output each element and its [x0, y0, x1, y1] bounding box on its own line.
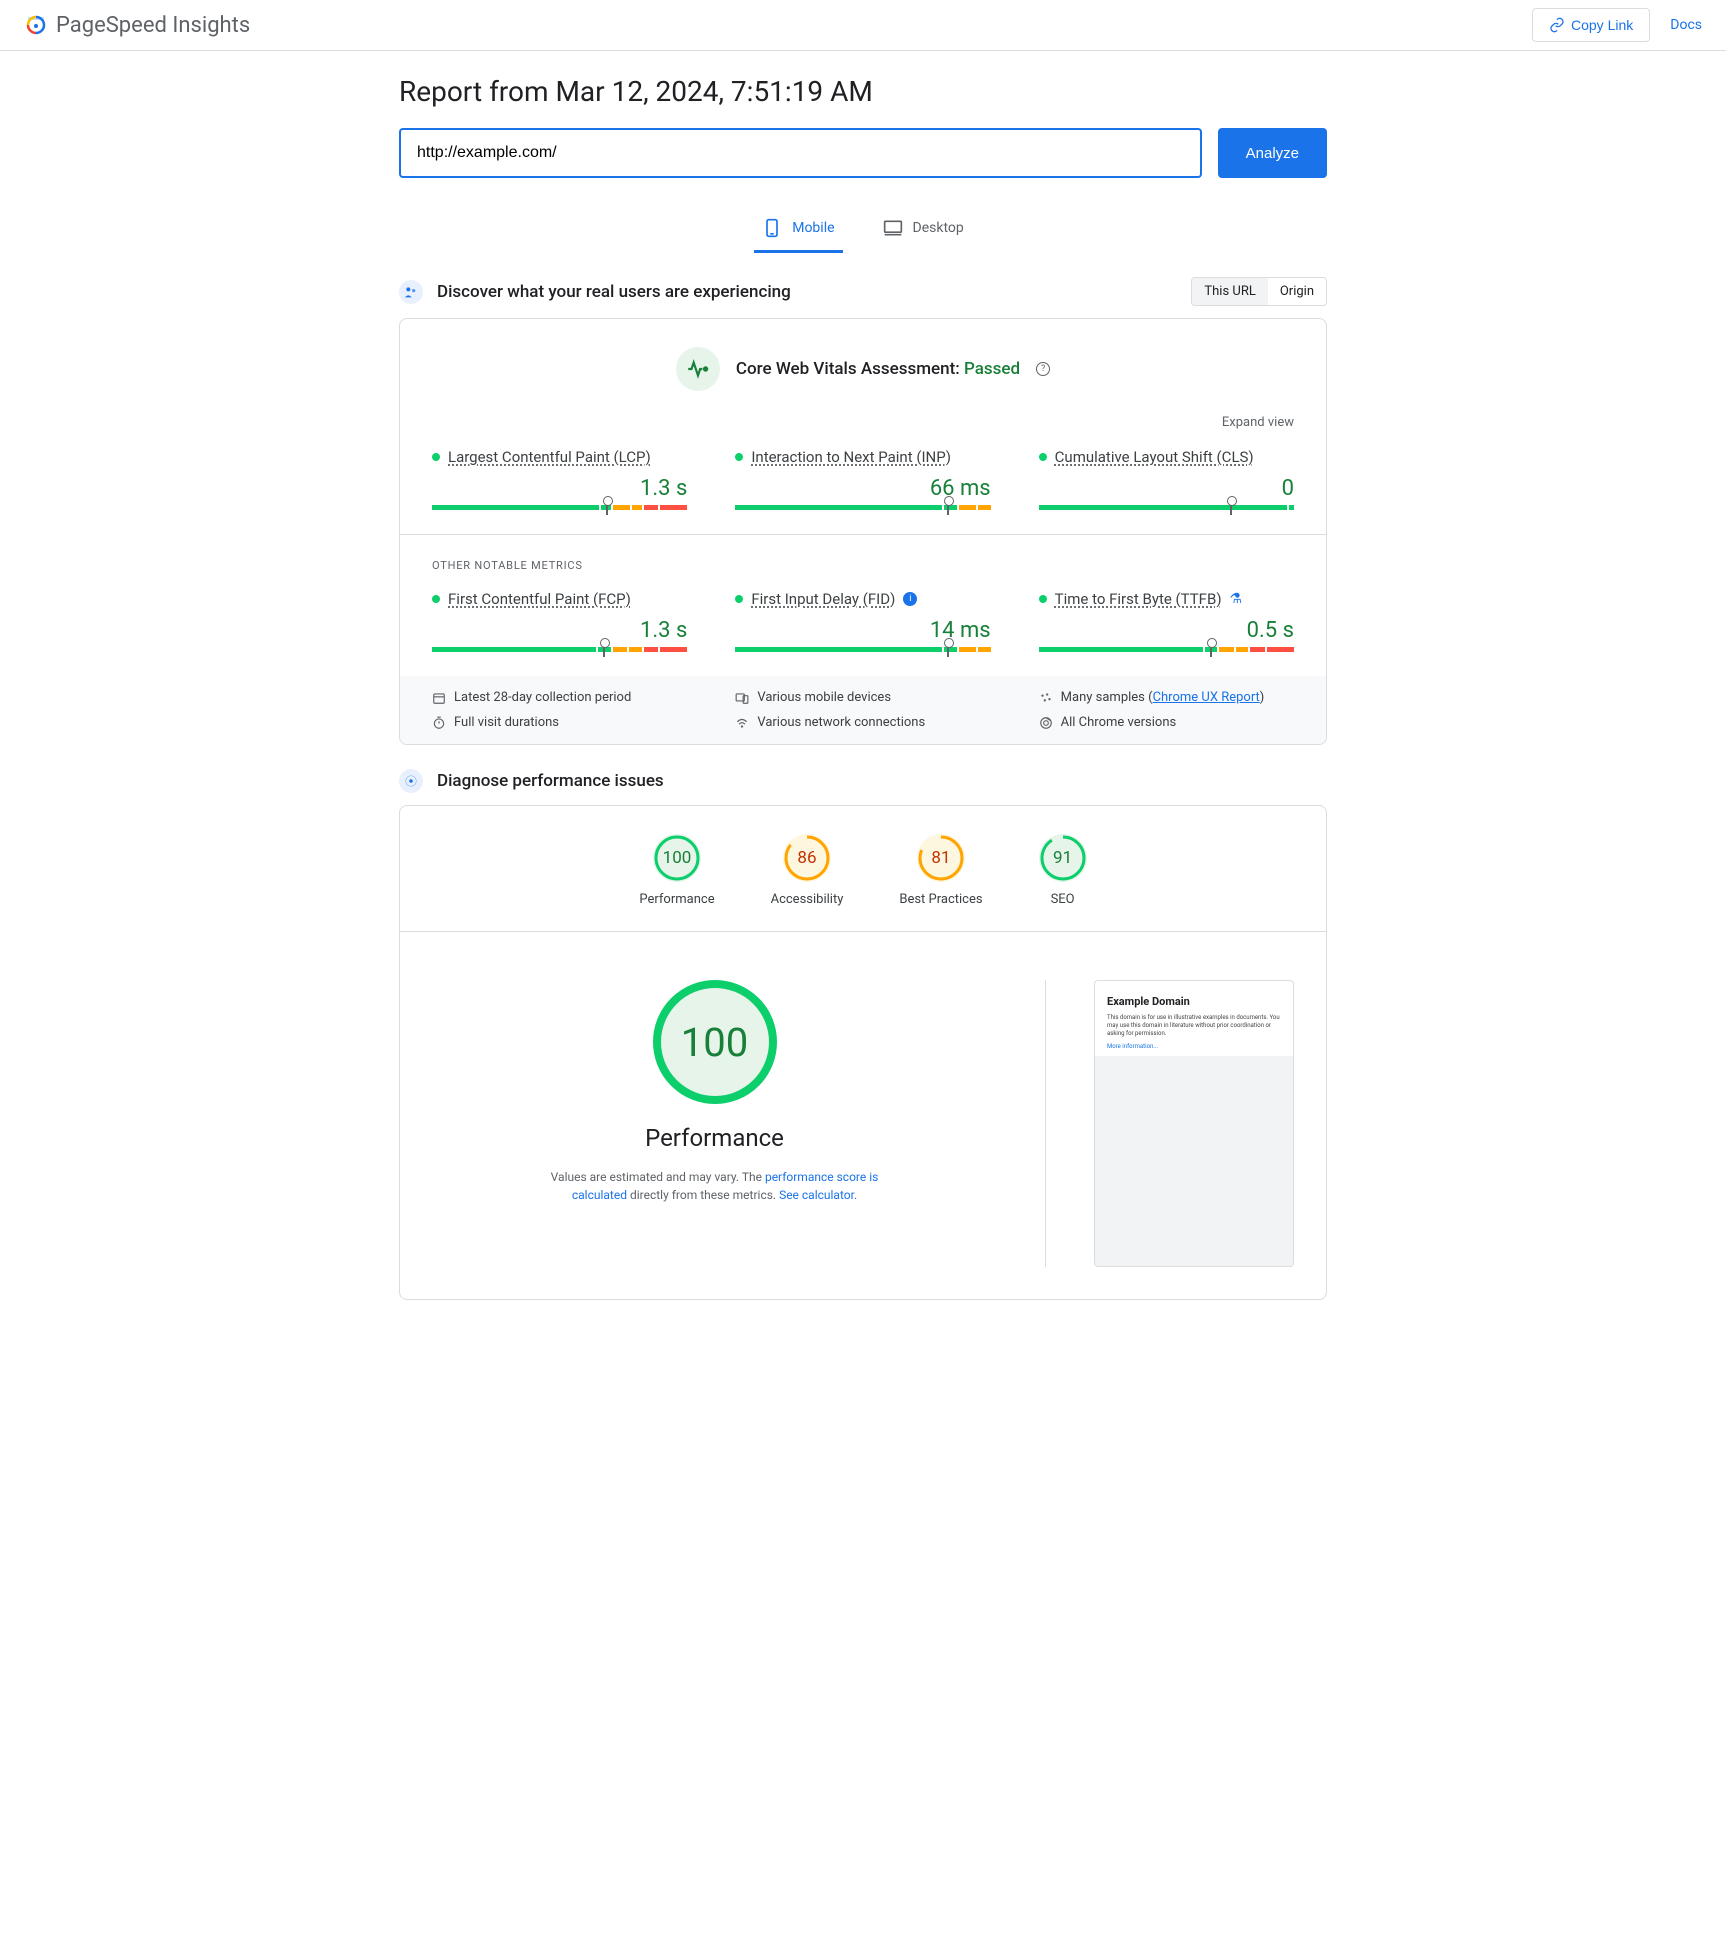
vertical-divider	[1045, 980, 1046, 1267]
page-preview: Example Domain This domain is for use in…	[1094, 980, 1294, 1267]
metric-bar	[432, 647, 687, 652]
diag-card: 100 Performance 86 Accessibility 81 Best…	[399, 805, 1327, 1300]
metric-name[interactable]: First Input Delay (FID)	[751, 590, 895, 608]
metric-fcp: First Contentful Paint (FCP) 1.3 s	[432, 590, 687, 652]
preview-more-link: More information...	[1107, 1043, 1281, 1050]
logo-area[interactable]: PageSpeed Insights	[24, 13, 250, 38]
copy-link-button[interactable]: Copy Link	[1532, 8, 1650, 42]
metric-value: 0	[1039, 476, 1294, 501]
gauge-best-practices[interactable]: 81 Best Practices	[899, 834, 982, 907]
metric-name[interactable]: Interaction to Next Paint (INP)	[751, 448, 951, 466]
preview-body: This domain is for use in illustrative e…	[1107, 1014, 1281, 1037]
cwv-metrics-grid: Largest Contentful Paint (LCP) 1.3 s Int…	[432, 448, 1294, 510]
big-performance-gauge: 100 Performance Values are estimated and…	[432, 980, 997, 1204]
cwv-assessment: Core Web Vitals Assessment: Passed ?	[432, 347, 1294, 391]
scatter-icon	[1039, 691, 1053, 705]
metric-value: 1.3 s	[432, 618, 687, 643]
preview-viewport	[1095, 1056, 1293, 1266]
gauge-performance[interactable]: 100 Performance	[639, 834, 714, 907]
info-icon[interactable]: ?	[1036, 362, 1050, 376]
metric-marker	[947, 642, 949, 657]
device-tabs: Mobile Desktop	[399, 206, 1327, 253]
url-row: Analyze	[399, 128, 1327, 178]
metric-bar	[432, 505, 687, 510]
big-gauge-label: Performance	[432, 1124, 997, 1152]
seg-origin[interactable]: Origin	[1268, 278, 1326, 305]
status-dot	[432, 453, 440, 461]
metric-name[interactable]: Cumulative Layout Shift (CLS)	[1055, 448, 1254, 466]
metric-cls: Cumulative Layout Shift (CLS) 0	[1039, 448, 1294, 510]
metric-marker	[947, 500, 949, 515]
divider	[400, 534, 1326, 535]
timer-icon	[432, 716, 446, 730]
divider	[400, 931, 1326, 932]
logo-text: PageSpeed Insights	[56, 13, 250, 38]
gauge-accessibility[interactable]: 86 Accessibility	[771, 834, 844, 907]
users-icon	[399, 280, 423, 304]
app-header: PageSpeed Insights Copy Link Docs	[0, 0, 1726, 51]
metric-lcp: Largest Contentful Paint (LCP) 1.3 s	[432, 448, 687, 510]
url-input[interactable]	[399, 128, 1202, 178]
wifi-icon	[735, 716, 749, 730]
chrome-icon	[1039, 716, 1053, 730]
other-metrics-grid: First Contentful Paint (FCP) 1.3 s First…	[432, 590, 1294, 652]
tab-mobile[interactable]: Mobile	[754, 206, 842, 253]
crux-footer: Latest 28-day collection period Various …	[400, 676, 1326, 744]
big-score-circle: 100	[653, 980, 777, 1104]
link-icon	[1549, 17, 1565, 33]
metric-ttfb: Time to First Byte (TTFB) ⚗ 0.5 s	[1039, 590, 1294, 652]
see-calculator-link[interactable]: See calculator.	[779, 1188, 857, 1202]
gauge-seo[interactable]: 91 SEO	[1039, 834, 1087, 907]
scope-segmented-control: This URL Origin	[1191, 277, 1327, 306]
diag-title: Diagnose performance issues	[437, 771, 664, 791]
metric-bar	[735, 647, 990, 652]
disclaimer-text: Values are estimated and may vary. The p…	[525, 1168, 905, 1204]
metric-name[interactable]: First Contentful Paint (FCP)	[448, 590, 631, 608]
docs-link[interactable]: Docs	[1670, 17, 1702, 33]
flask-icon[interactable]: ⚗	[1230, 591, 1243, 607]
status-dot	[1039, 595, 1047, 603]
metric-value: 1.3 s	[432, 476, 687, 501]
preview-title: Example Domain	[1107, 995, 1281, 1008]
metric-fid: First Input Delay (FID) i 14 ms	[735, 590, 990, 652]
header-actions: Copy Link Docs	[1532, 8, 1702, 42]
metric-bar	[1039, 647, 1294, 652]
tab-desktop[interactable]: Desktop	[875, 206, 972, 253]
report-title: Report from Mar 12, 2024, 7:51:19 AM	[399, 75, 1327, 108]
seg-this-url[interactable]: This URL	[1192, 278, 1267, 305]
cwv-text: Core Web Vitals Assessment: Passed	[736, 359, 1020, 379]
metric-inp: Interaction to Next Paint (INP) 66 ms	[735, 448, 990, 510]
metric-bar	[1039, 505, 1294, 510]
crux-report-link[interactable]: Chrome UX Report	[1153, 690, 1260, 705]
metric-marker	[603, 642, 605, 657]
metric-marker	[606, 500, 608, 515]
status-dot	[1039, 453, 1047, 461]
status-dot	[432, 595, 440, 603]
metric-marker	[1210, 642, 1212, 657]
crux-title: Discover what your real users are experi…	[437, 282, 791, 302]
expand-view-link[interactable]: Expand view	[432, 415, 1294, 430]
mobile-icon	[762, 218, 782, 238]
metric-name[interactable]: Time to First Byte (TTFB)	[1055, 590, 1222, 608]
info-icon[interactable]: i	[903, 592, 917, 606]
pulse-icon	[676, 347, 720, 391]
psi-logo-icon	[24, 13, 48, 37]
crux-card: Core Web Vitals Assessment: Passed ? Exp…	[399, 318, 1327, 745]
metric-bar	[735, 505, 990, 510]
diag-section-head: Diagnose performance issues	[399, 769, 1327, 793]
metric-value: 0.5 s	[1039, 618, 1294, 643]
status-dot	[735, 595, 743, 603]
diagnose-icon	[399, 769, 423, 793]
devices-icon	[735, 691, 749, 705]
calendar-icon	[432, 691, 446, 705]
metric-name[interactable]: Largest Contentful Paint (LCP)	[448, 448, 651, 466]
status-dot	[735, 453, 743, 461]
analyze-button[interactable]: Analyze	[1218, 128, 1327, 178]
gauges-row: 100 Performance 86 Accessibility 81 Best…	[432, 834, 1294, 907]
diag-body: 100 Performance Values are estimated and…	[432, 980, 1294, 1267]
metric-marker	[1230, 500, 1232, 515]
other-metrics-label: OTHER NOTABLE METRICS	[432, 559, 1294, 572]
crux-section-head: Discover what your real users are experi…	[399, 277, 1327, 306]
desktop-icon	[883, 218, 903, 238]
